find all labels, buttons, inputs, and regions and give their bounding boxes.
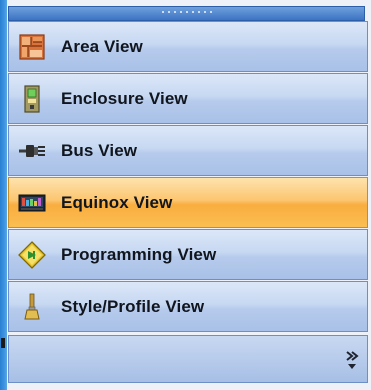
chevron-double-down-icon[interactable] [345, 350, 359, 372]
nav-item-style-profile-view[interactable]: Style/Profile View [8, 281, 368, 332]
nav-overflow-bar [8, 335, 368, 383]
nav-item-label: Style/Profile View [61, 296, 205, 316]
bus-cable-icon [19, 144, 45, 157]
nav-item-enclosure-view[interactable]: Enclosure View [8, 73, 368, 124]
nav-item-programming-view[interactable]: Programming View [8, 229, 368, 280]
style-brush-icon [24, 293, 40, 319]
navigation-panel: Area View Enclosure View Bus View Equino… [0, 0, 371, 390]
area-map-icon [19, 33, 45, 60]
panel-splitter[interactable] [8, 6, 365, 21]
nav-item-label: Enclosure View [61, 88, 188, 108]
nav-item-area-view[interactable]: Area View [8, 21, 368, 72]
nav-list: Area View Enclosure View Bus View Equino… [8, 21, 368, 333]
nav-item-label: Area View [61, 36, 143, 56]
nav-item-equinox-view[interactable]: Equinox View [8, 177, 368, 228]
panel-left-edge [0, 0, 7, 390]
splitter-grip-icon[interactable] [159, 10, 214, 15]
equinox-device-icon [18, 194, 46, 211]
nav-item-bus-view[interactable]: Bus View [8, 125, 368, 176]
nav-item-label: Programming View [61, 244, 217, 264]
enclosure-icon [24, 84, 40, 113]
edge-marker [1, 338, 5, 348]
nav-item-label: Equinox View [61, 192, 173, 212]
nav-item-label: Bus View [61, 140, 138, 160]
programming-diamond-icon [18, 240, 46, 269]
